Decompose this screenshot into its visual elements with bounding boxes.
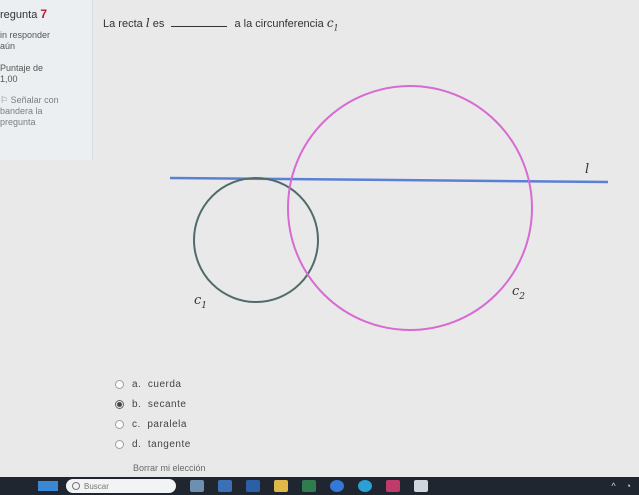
flag-icon: ⚐ [0, 95, 9, 105]
wifi-icon[interactable]: ◔ [626, 481, 631, 491]
question-suffix-text: a la circunferencia [234, 18, 324, 30]
circle-symbol-sub: 1 [333, 23, 339, 33]
circle-c1-sub: 1 [201, 301, 207, 311]
circle-symbol: c1 [326, 16, 339, 33]
taskbar-search[interactable]: Buscar [66, 479, 176, 493]
status-line-1: in responder [0, 30, 51, 40]
app-icon[interactable] [414, 480, 428, 492]
question-number-label: regunta 7 [0, 7, 47, 21]
app-icon[interactable] [386, 480, 400, 492]
search-icon [72, 482, 80, 490]
help-icon[interactable] [330, 480, 344, 492]
system-tray: ^ ◔ [601, 481, 639, 491]
option-b[interactable]: b. secante [115, 394, 191, 414]
question-number: 7 [40, 7, 48, 21]
geometry-figure: l c1 c2 [169, 85, 609, 331]
circle-c2-label: c2 [512, 284, 525, 302]
option-a-text: cuerda [147, 378, 182, 390]
option-a[interactable]: a. cuerda [115, 374, 191, 394]
tray-chevron-icon[interactable]: ^ [611, 481, 615, 491]
taskbar-search-placeholder: Buscar [84, 481, 109, 491]
score-line-2: 1,00 [0, 74, 18, 84]
circle-c2 [287, 85, 533, 331]
flag-question-link[interactable]: ⚐ Señalar con [0, 95, 59, 106]
status-line-2: aún [0, 41, 16, 51]
option-a-letter: a. [132, 378, 142, 390]
circle-c2-sub: 2 [518, 292, 525, 302]
question-prefix: regunta [0, 9, 38, 21]
windows-icon[interactable] [38, 481, 58, 491]
taskbar: Buscar ^ ◔ [0, 477, 639, 495]
option-d-text: tangente [147, 438, 191, 450]
option-b-radio[interactable] [115, 399, 124, 409]
option-d-radio[interactable] [115, 439, 124, 449]
answer-options: a. cuerda b. secante c. paralela d. tang… [115, 374, 191, 454]
option-d-letter: d. [132, 438, 142, 450]
option-b-letter: b. [132, 398, 142, 410]
score-line-1: Puntaje de [0, 63, 44, 73]
option-d[interactable]: d. tangente [115, 434, 191, 454]
question-prefix-text: La recta [103, 18, 143, 30]
option-b-text: secante [147, 398, 187, 410]
question-after-symbol: es [149, 18, 165, 30]
option-c-text: paralela [147, 418, 187, 430]
clear-choice-link[interactable]: Borrar mi elección [133, 463, 206, 473]
circle-c1 [193, 177, 319, 303]
chrome-icon[interactable] [358, 480, 372, 492]
option-c-radio[interactable] [115, 419, 124, 429]
app-icon[interactable] [218, 480, 232, 492]
flag-line-3[interactable]: pregunta [0, 117, 36, 127]
flag-line-1: Señalar con [10, 95, 59, 105]
app-icon[interactable] [302, 480, 316, 492]
line-l-label: l [585, 162, 589, 177]
option-c-letter: c. [132, 418, 141, 430]
folder-icon[interactable] [274, 480, 288, 492]
circle-c1-label: c1 [194, 293, 207, 311]
option-a-radio[interactable] [115, 379, 124, 389]
circle-symbol-letter: c [326, 16, 334, 30]
flag-line-2[interactable]: bandera la [0, 106, 43, 116]
question-text: La recta l es a la circunferencia c1 [103, 16, 339, 32]
answer-blank [171, 16, 228, 27]
option-c[interactable]: c. paralela [115, 414, 191, 434]
question-info-panel: regunta 7 in responder aún Puntaje de 1,… [0, 0, 93, 160]
app-icon[interactable] [246, 480, 260, 492]
app-icon[interactable] [190, 480, 204, 492]
